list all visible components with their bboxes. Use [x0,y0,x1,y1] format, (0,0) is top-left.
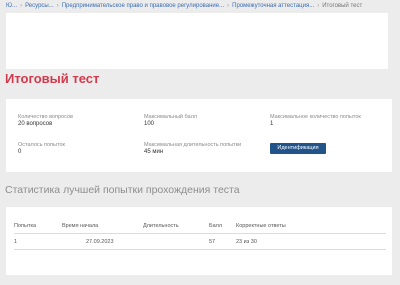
breadcrumb-resources[interactable]: Ресурсы... [25,3,54,9]
breadcrumb-separator: › [317,3,320,9]
cell-score: 57 [209,239,216,245]
breadcrumb-section[interactable]: Промежуточная аттестация... [232,3,314,9]
breadcrumb-separator: › [20,3,23,9]
breadcrumb-separator: › [227,3,230,9]
header-divider [14,233,386,234]
column-header-duration: Длительность [143,223,179,229]
max-score-label: Максимальный балл [144,114,197,120]
breadcrumb-course[interactable]: Предпринимательское право и правовое рег… [62,3,224,9]
results-table: Попытка Время начала Длительность Балл К… [6,207,392,275]
max-attempts: Максимальное количество попыток 1 [270,114,366,127]
max-attempts-value: 1 [270,120,274,127]
max-attempts-label: Максимальное количество попыток [270,114,361,120]
identification-button[interactable]: Идентификация [270,143,326,154]
breadcrumb-separator: › [56,3,59,9]
breadcrumb-home[interactable]: Ю... [6,3,17,9]
row-divider [14,249,386,250]
page-title: Итоговый тест [5,71,100,86]
column-header-correct-answers: Корректные ответы [236,223,286,229]
max-score-value: 100 [144,120,155,127]
breadcrumb: Ю... › Ресурсы... › Предпринимательское прав… [6,2,362,12]
column-header-attempt: Попытка [14,223,37,229]
column-header-start-time: Время начала [62,223,99,229]
attempt-duration: Максимальная длительность попытки 45 мин [144,142,241,155]
attempt-duration-value: 45 мин [144,148,164,155]
questions-count-value: 20 вопросов [18,120,53,127]
stats-title: Статистика лучшей попытки прохождения те… [5,184,240,196]
attempts-left-value: 0 [18,148,22,155]
cell-attempt: 1 [14,239,18,245]
attempts-left: Осталось попыток 0 [18,142,65,155]
column-header-score: Балл [209,223,223,229]
breadcrumb-current: Итоговый тест [322,3,363,9]
attempts-left-label: Осталось попыток [18,142,65,148]
max-score: Максимальный балл 100 [144,114,197,127]
cell-correct-answers: 23 из 30 [236,239,257,245]
description-panel [6,13,388,69]
cell-start-time: 27.09.2023 [86,239,114,245]
questions-count: Количество вопросов 20 вопросов [18,114,73,127]
test-info-panel: Количество вопросов 20 вопросов Максимал… [6,99,392,172]
questions-count-label: Количество вопросов [18,114,73,120]
attempt-duration-label: Максимальная длительность попытки [144,142,242,148]
